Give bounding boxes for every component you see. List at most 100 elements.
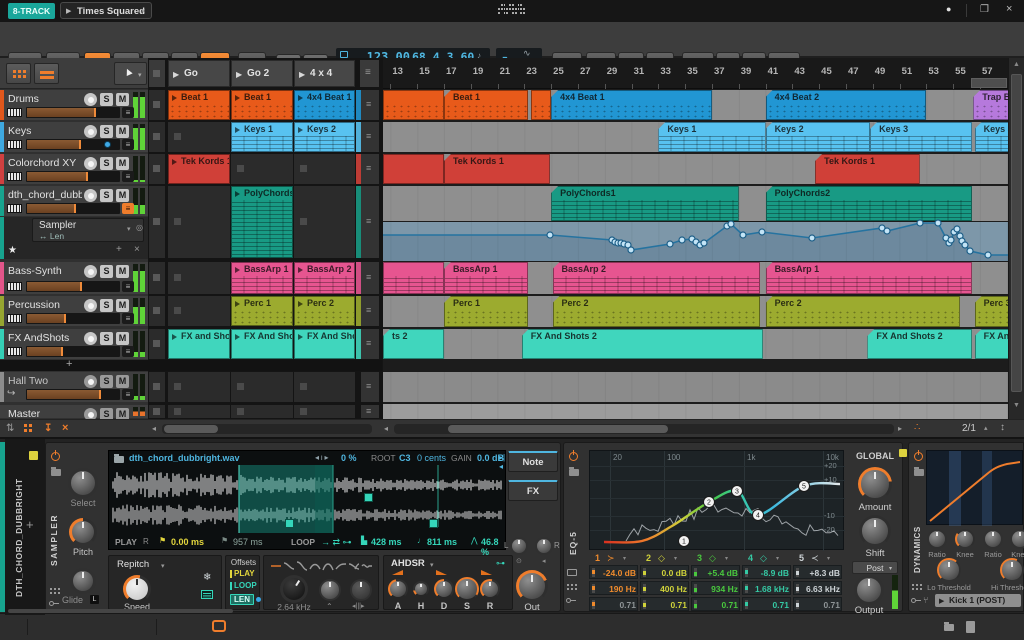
- eq-band-number[interactable]: 3: [697, 553, 702, 563]
- launcher-row-menu[interactable]: ≡: [361, 122, 379, 152]
- scene-play-icon[interactable]: ▶: [299, 70, 305, 79]
- track-menu-button[interactable]: ≡: [122, 139, 134, 150]
- zoom-fit-icon[interactable]: ◂ ı ▸: [315, 453, 328, 462]
- scene-play-icon[interactable]: ▶: [236, 70, 242, 79]
- launcher-row-menu[interactable]: ≡: [361, 154, 379, 184]
- launcher-clip[interactable]: Beat 1: [231, 90, 293, 120]
- playhead-follow-icon[interactable]: ∴: [914, 422, 920, 433]
- eq-freq-cell[interactable]: 1.68 kHz: [742, 581, 791, 595]
- ruler-zoom-handle[interactable]: [971, 78, 1007, 88]
- arranger-clip[interactable]: [383, 90, 444, 120]
- env-r-knob[interactable]: [480, 579, 500, 599]
- launcher-slot-empty[interactable]: [294, 405, 355, 418]
- solo-button[interactable]: S: [100, 93, 113, 106]
- record-arm-button[interactable]: [84, 189, 97, 202]
- eq-freq-cell[interactable]: 400 Hz: [640, 581, 689, 595]
- track-select-indicator[interactable]: [29, 451, 38, 460]
- vertical-scrollbar[interactable]: ▲▼: [1008, 58, 1024, 419]
- launcher-grid-icon[interactable]: [24, 424, 27, 427]
- eq-gain-cell[interactable]: +5.4 dB: [691, 565, 740, 579]
- eq-band-number[interactable]: 1: [595, 553, 600, 563]
- eq-gain-cell[interactable]: +8.3 dB: [793, 565, 842, 579]
- out-knob[interactable]: [516, 570, 548, 602]
- solo-button[interactable]: S: [100, 265, 113, 278]
- env-d-knob[interactable]: [434, 579, 454, 599]
- arranger-clip[interactable]: FX And: [975, 329, 1008, 359]
- note-tab[interactable]: Note: [508, 451, 558, 472]
- launcher-slot-empty[interactable]: [168, 296, 230, 326]
- launcher-slot-empty[interactable]: [168, 122, 230, 152]
- eq-gain-cell[interactable]: 0.0 dB: [640, 565, 689, 579]
- volume-fader[interactable]: [26, 171, 120, 182]
- eq-band-shape-icon[interactable]: ◇: [760, 553, 767, 564]
- mute-button[interactable]: M: [116, 265, 129, 278]
- fit-vertical-icon[interactable]: ↕: [1000, 422, 1005, 433]
- launcher-clip[interactable]: Beat 1: [168, 90, 230, 120]
- device-select-indicator[interactable]: [899, 449, 907, 457]
- arranger-clip[interactable]: BassArp 1: [766, 262, 972, 294]
- window-restore-icon[interactable]: ❐: [980, 4, 989, 15]
- arranger-clip[interactable]: Perc 2: [766, 296, 960, 327]
- eq-gain-cell[interactable]: -8.9 dB: [742, 565, 791, 579]
- launcher-slot-empty[interactable]: [168, 405, 230, 418]
- launcher-clip[interactable]: FX And Sho...: [231, 329, 293, 359]
- launcher-clip[interactable]: Perc 2: [294, 296, 355, 326]
- launcher-hscroll-thumb[interactable]: [164, 425, 218, 433]
- chevron-down-icon[interactable]: ▾: [674, 555, 677, 562]
- shift-knob[interactable]: [859, 515, 891, 547]
- arranger-clip[interactable]: [531, 90, 551, 120]
- browser-file-icon[interactable]: [966, 621, 975, 633]
- launcher-clip[interactable]: Keys 2: [294, 122, 355, 152]
- launcher-row-menu[interactable]: ≡: [361, 405, 379, 418]
- sidechain-icon[interactable]: ⑂: [923, 595, 928, 605]
- arranger-clip[interactable]: Keys 2: [766, 122, 871, 152]
- eq-q-cell[interactable]: 0.71: [793, 597, 842, 611]
- launcher-row-menu[interactable]: ≡: [361, 90, 379, 120]
- arranger-clip[interactable]: ts 2: [383, 329, 444, 359]
- arranger-clip[interactable]: [383, 262, 444, 294]
- offset-loop[interactable]: LOOP: [234, 581, 257, 590]
- record-arm-button[interactable]: [84, 93, 97, 106]
- arranger-clip[interactable]: 4x4 Beat 1: [551, 90, 712, 120]
- dyn-knee2-knob[interactable]: [1010, 529, 1024, 549]
- project-tab-close-icon[interactable]: ×: [140, 6, 146, 17]
- launcher-clip[interactable]: Keys 1: [231, 122, 293, 152]
- solo-button[interactable]: S: [100, 189, 113, 202]
- volume-fader[interactable]: [26, 313, 120, 324]
- arranger-clip[interactable]: Beat 1: [444, 90, 528, 120]
- mute-button[interactable]: M: [116, 157, 129, 170]
- eq-gain-cell[interactable]: -24.0 dB: [589, 565, 638, 579]
- post-mode-select[interactable]: Post ▾: [852, 561, 898, 574]
- arranger-clip[interactable]: Tek Kords 1: [815, 154, 920, 184]
- pitch-knob[interactable]: [69, 518, 97, 546]
- dynamics-graph[interactable]: [926, 450, 1023, 525]
- eq-band-shape-icon[interactable]: ≻: [607, 553, 615, 564]
- filter-mix-knob[interactable]: [350, 579, 372, 601]
- arranger-clip[interactable]: PolyChords2: [766, 186, 972, 221]
- pan-l-knob[interactable]: [510, 537, 528, 555]
- launcher-row-menu[interactable]: ≡: [361, 329, 379, 359]
- delete-scene-icon[interactable]: ×: [62, 422, 68, 434]
- loop-mode-icons[interactable]: → ⇄ ⊶: [321, 537, 352, 548]
- scene-menu-header[interactable]: ≡: [360, 60, 379, 87]
- dyn-ratio-knob[interactable]: [927, 529, 947, 549]
- speaker-icon[interactable]: ◂: [542, 557, 546, 565]
- launcher-slot-empty[interactable]: [168, 186, 230, 258]
- arranger-clip[interactable]: FX And Shots 2: [867, 329, 972, 359]
- arranger-clip[interactable]: BassArp 2: [553, 262, 761, 294]
- start-flag-icon[interactable]: ⚑: [159, 536, 166, 545]
- dyn-knee-knob[interactable]: [955, 529, 975, 549]
- stretch-icon[interactable]: [201, 590, 213, 599]
- track-device-item[interactable]: Sampler↔ Len▾◎: [32, 218, 144, 242]
- grid-dots-icon[interactable]: [50, 588, 52, 590]
- arranger-clip[interactable]: 4x4 Beat 2: [766, 90, 927, 120]
- sample-marker-handle[interactable]: [364, 493, 373, 502]
- chevron-up-icon[interactable]: ▴: [984, 424, 988, 432]
- launcher-slot-empty[interactable]: [294, 186, 355, 258]
- end-flag-icon[interactable]: ⚑: [221, 536, 228, 545]
- window-close-icon[interactable]: ×: [1006, 3, 1012, 15]
- chevron-down-icon[interactable]: ▾: [827, 555, 830, 562]
- eq-q-cell[interactable]: 0.71: [691, 597, 740, 611]
- repitch-mode[interactable]: Repitch: [117, 559, 149, 570]
- env-link-icon[interactable]: ⊶: [496, 558, 505, 569]
